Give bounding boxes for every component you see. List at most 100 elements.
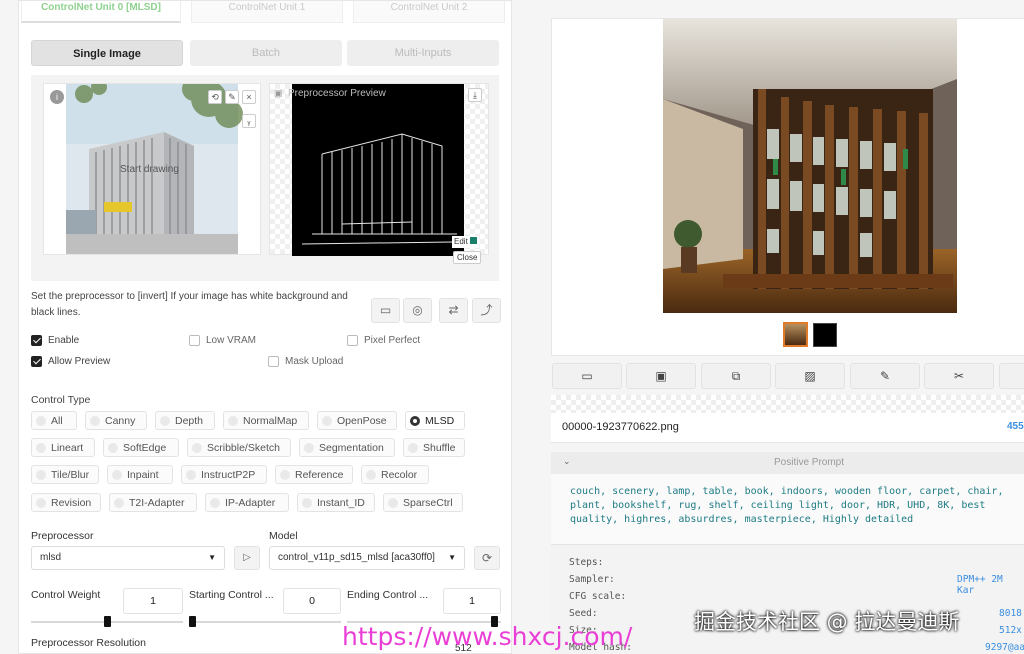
radio-label: SoftEdge <box>123 441 167 454</box>
low-vram-checkbox[interactable]: Low VRAM <box>189 335 256 346</box>
generated-image[interactable] <box>663 19 957 313</box>
control-weight-input[interactable]: 1 <box>123 588 183 614</box>
control-weight-label: Control Weight <box>31 589 101 601</box>
radio-reference[interactable]: Reference <box>275 465 353 484</box>
pixel-perfect-checkbox[interactable]: Pixel Perfect <box>347 335 420 346</box>
output-panel: ▭ ▣ ⧉ ▨ ✎ ✂ 00000-1923770622.png 455 ⌄ P… <box>537 0 1024 654</box>
rotate-icon[interactable]: ⟲ <box>208 90 222 104</box>
thumbnail-2[interactable] <box>813 323 837 347</box>
radio-inpaint[interactable]: Inpaint <box>107 465 173 484</box>
tab-multi-inputs[interactable]: Multi-Inputs <box>347 40 499 66</box>
radio-canny[interactable]: Canny <box>85 411 147 430</box>
radio-t2i-adapter[interactable]: T2I-Adapter <box>109 493 197 512</box>
pen-icon[interactable]: ✎ <box>225 90 239 104</box>
tab-batch[interactable]: Batch <box>190 40 342 66</box>
dropdown-value: mlsd <box>40 552 62 563</box>
radio-dot <box>160 415 170 426</box>
tab-single-image[interactable]: Single Image <box>31 40 183 66</box>
close-icon[interactable]: × <box>242 90 256 104</box>
start-drawing-label: Start drawing <box>120 164 179 175</box>
run-preprocessor-button[interactable]: ▷ <box>234 546 260 570</box>
checkbox-label: Pixel Perfect <box>364 335 421 346</box>
radio-depth[interactable]: Depth <box>155 411 215 430</box>
radio-softedge[interactable]: SoftEdge <box>103 438 179 457</box>
close-button[interactable]: Close <box>453 251 482 264</box>
camera-icon[interactable]: ▭ <box>371 298 400 323</box>
control-type-label: Control Type <box>31 394 91 406</box>
radio-instant-id[interactable]: Instant_ID <box>297 493 375 512</box>
info-icon: i <box>50 90 64 104</box>
radio-revision[interactable]: Revision <box>31 493 101 512</box>
radio-normalmap[interactable]: NormalMap <box>223 411 309 430</box>
tab-label: ControlNet Unit 2 <box>390 2 468 13</box>
control-weight-thumb[interactable] <box>104 616 111 627</box>
chevron-down-icon[interactable]: ⌄ <box>563 456 571 467</box>
radio-dot <box>112 469 122 480</box>
layers-icon: ✂ <box>953 369 965 383</box>
radio-dot <box>36 497 46 508</box>
checkbox-box[interactable] <box>31 356 42 367</box>
checkbox-label: Mask Upload <box>285 356 344 367</box>
starting-step-input[interactable]: 0 <box>283 588 341 614</box>
thumbnail-1[interactable] <box>783 322 808 347</box>
ending-step-input[interactable]: 1 <box>443 588 501 614</box>
checkbox-label: Low VRAM <box>206 335 257 346</box>
send-to-inpaint-button[interactable]: ✎ <box>850 363 920 389</box>
checkbox-box[interactable] <box>347 335 358 346</box>
swap-icon[interactable]: ⇄ <box>439 298 468 323</box>
refresh-icon[interactable]: ⟳ <box>474 546 500 570</box>
input-image-canvas[interactable]: Start drawing i ⟲ ✎ × ᵧ <box>43 77 261 255</box>
checkbox-box[interactable] <box>189 335 200 346</box>
radio-lineart[interactable]: Lineart <box>31 438 95 457</box>
preprocessor-preview: ▣ Preprocessor Preview ⤓ Edit <box>269 83 489 256</box>
radio-ip-adapter[interactable]: IP-Adapter <box>205 493 289 512</box>
model-dropdown[interactable]: control_v11p_sd15_mlsd [aca30ff0] ▼ <box>269 546 465 570</box>
radio-dot <box>366 469 376 480</box>
tab-controlnet-unit-1[interactable]: ControlNet Unit 1 <box>191 1 343 23</box>
save-button[interactable]: ▣ <box>626 363 696 389</box>
radio-all[interactable]: All <box>31 411 77 430</box>
radio-sparsectrl[interactable]: SparseCtrl <box>383 493 463 512</box>
mlsd-lines-image <box>292 84 464 256</box>
invert-hint: Set the preprocessor to [invert] If your… <box>31 291 348 318</box>
zip-button[interactable]: ⧉ <box>701 363 771 389</box>
controlnet-panel-area: ControlNet Unit 0 [MLSD] ControlNet Unit… <box>0 0 522 654</box>
radio-dot <box>408 442 418 453</box>
enable-checkbox[interactable]: Enable <box>31 335 79 346</box>
download-icon[interactable]: ⤓ <box>468 88 482 102</box>
radio-label: Lineart <box>51 441 84 454</box>
radio-dot <box>210 497 220 508</box>
checkbox-box[interactable] <box>268 356 279 367</box>
radio-scribble[interactable]: Scribble/Sketch <box>187 438 291 457</box>
more-button[interactable] <box>999 363 1024 389</box>
radio-tile-blur[interactable]: Tile/Blur <box>31 465 99 484</box>
radio-shuffle[interactable]: Shuffle <box>403 438 465 457</box>
radio-mlsd[interactable]: MLSD <box>405 411 465 430</box>
starting-step-thumb[interactable] <box>189 616 196 627</box>
radio-openpose[interactable]: OpenPose <box>317 411 397 430</box>
radio-dot <box>36 415 46 426</box>
radio-label: OpenPose <box>337 414 387 427</box>
edit-button[interactable]: Edit <box>452 236 479 248</box>
radio-recolor[interactable]: Recolor <box>361 465 429 484</box>
preprocessor-dropdown[interactable]: mlsd ▼ <box>31 546 225 570</box>
radio-instructp2p[interactable]: InstructP2P <box>181 465 267 484</box>
checkbox-label: Enable <box>48 335 80 346</box>
checkbox-box[interactable] <box>31 335 42 346</box>
filename-size: 455 <box>1007 421 1024 432</box>
send-icon[interactable]: ⤴ <box>472 298 501 323</box>
folder-button[interactable]: ▭ <box>552 363 622 389</box>
radio-label: All <box>51 414 63 427</box>
brush-icon[interactable]: ᵧ <box>242 114 256 128</box>
image-frame-icon: ▣ <box>274 88 283 98</box>
send-to-extras-button[interactable]: ✂ <box>924 363 994 389</box>
send-to-img2img-button[interactable]: ▨ <box>775 363 845 389</box>
webcam-icon[interactable]: ◎ <box>403 298 432 323</box>
tab-controlnet-unit-0[interactable]: ControlNet Unit 0 [MLSD] <box>21 1 181 23</box>
radio-segmentation[interactable]: Segmentation <box>299 438 395 457</box>
tab-controlnet-unit-2[interactable]: ControlNet Unit 2 <box>353 1 505 23</box>
starting-step-slider[interactable] <box>189 621 341 623</box>
allow-preview-checkbox[interactable]: Allow Preview <box>31 356 110 367</box>
radio-label: Tile/Blur <box>51 468 90 481</box>
mask-upload-checkbox[interactable]: Mask Upload <box>268 356 343 367</box>
